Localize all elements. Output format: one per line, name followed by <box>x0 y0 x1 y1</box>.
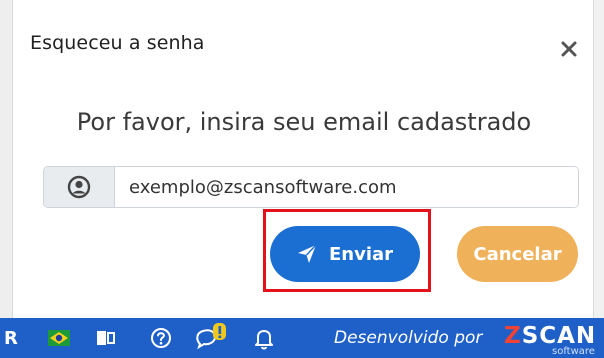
cancel-button[interactable]: Cancelar <box>457 226 578 282</box>
user-icon <box>67 175 91 199</box>
instruction-text: Por favor, insira seu email cadastrado <box>76 108 532 136</box>
email-addon <box>44 167 115 207</box>
developer-credit: Desenvolvido por <box>334 328 483 348</box>
background-right-edge <box>594 0 604 318</box>
cancel-button-label: Cancelar <box>473 243 562 265</box>
zscan-logo: ZSCAN software <box>504 321 602 357</box>
taskbar-letter: R <box>4 328 18 349</box>
send-button[interactable]: Enviar <box>270 226 420 282</box>
brazil-flag-icon[interactable] <box>48 330 70 346</box>
close-button[interactable] <box>557 37 581 61</box>
email-input[interactable] <box>115 167 578 207</box>
page: Esqueceu a senha Por favor, insira seu e… <box>0 0 604 358</box>
device-icon[interactable] <box>96 329 116 347</box>
logo-subtitle: software <box>552 346 595 357</box>
paper-plane-icon <box>297 244 317 264</box>
email-input-group <box>43 166 579 208</box>
taskbar: R Desenvolvido por ZSCAN software <box>0 318 604 358</box>
background-left-edge <box>0 0 12 318</box>
help-icon[interactable] <box>150 327 172 349</box>
forgot-password-modal: Esqueceu a senha Por favor, insira seu e… <box>12 0 594 318</box>
logo-z: Z <box>504 323 522 349</box>
chat-notification-icon[interactable] <box>195 322 231 352</box>
bell-icon[interactable] <box>254 328 274 350</box>
close-icon <box>561 41 577 57</box>
send-button-label: Enviar <box>328 243 394 265</box>
modal-title: Esqueceu a senha <box>30 32 205 54</box>
